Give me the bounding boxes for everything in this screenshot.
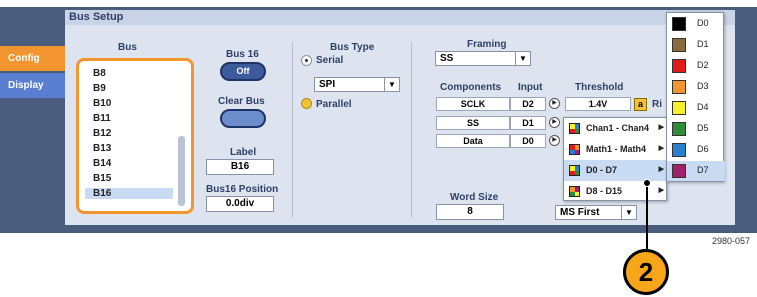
bus-heading: Bus <box>118 42 137 53</box>
play-icon[interactable]: ▶ <box>549 117 560 128</box>
grid-icon <box>569 165 580 176</box>
bus-position-field[interactable]: 0.0div <box>206 196 274 212</box>
position-heading: Bus16 Position <box>206 184 279 195</box>
chevron-right-icon: ▶ <box>658 124 664 131</box>
tab-display[interactable]: Display <box>0 73 65 98</box>
chevron-down-icon: ▼ <box>384 78 399 91</box>
framing-value: SS <box>440 53 454 64</box>
chevron-down-icon: ▼ <box>515 52 530 65</box>
parallel-radio[interactable] <box>301 98 312 109</box>
input-header: Input <box>518 82 543 93</box>
component-cell: Data <box>436 134 510 148</box>
list-item[interactable]: B13 <box>93 143 111 154</box>
source-group-menu: Chan1 - Chan4 ▶ Math1 - Math4 ▶ D0 - D7 ▶ D… <box>563 117 668 202</box>
window-title: Bus Setup <box>65 10 735 25</box>
chevron-right-icon: ▶ <box>658 145 664 152</box>
color-swatch <box>672 164 686 178</box>
menu-item-d0[interactable]: D0 <box>667 14 725 34</box>
divider <box>292 42 293 218</box>
divider <box>411 42 412 218</box>
list-item[interactable]: B8 <box>93 68 106 79</box>
clear-bus-button[interactable] <box>220 109 266 128</box>
list-item[interactable]: B14 <box>93 158 111 169</box>
menu-item-d8-d15[interactable]: D8 - D15 ▶ <box>564 181 668 202</box>
menu-item-d2[interactable]: D2 <box>667 56 725 76</box>
chevron-right-icon: ▶ <box>658 187 664 194</box>
play-icon[interactable]: ▶ <box>549 98 560 109</box>
list-item[interactable]: B15 <box>93 173 111 184</box>
bus-type-heading: Bus Type <box>330 42 375 53</box>
list-item[interactable]: B12 <box>93 128 111 139</box>
protocol-select[interactable]: SPI ▼ <box>314 77 400 92</box>
digital-channel-menu: D0 D1 D2 D3 D4 D5 D6 D7 <box>666 12 725 182</box>
color-swatch <box>672 17 686 31</box>
framing-heading: Framing <box>467 39 507 50</box>
grid-icon <box>569 144 580 155</box>
list-item[interactable]: B11 <box>93 113 111 124</box>
callout-pointer <box>643 179 651 187</box>
input-cell[interactable]: D0 <box>510 134 546 148</box>
threshold-extra: Ri <box>652 99 662 110</box>
serial-label: Serial <box>316 55 344 66</box>
menu-item-d3[interactable]: D3 <box>667 77 725 97</box>
list-item[interactable]: B10 <box>93 98 111 109</box>
protocol-value: SPI <box>319 79 336 90</box>
components-header: Components <box>440 82 502 93</box>
grid-icon <box>569 186 580 197</box>
bit-order-select[interactable]: MS First ▼ <box>555 205 637 220</box>
parallel-label: Parallel <box>316 99 352 110</box>
a-icon[interactable]: a <box>634 98 647 111</box>
color-swatch <box>672 59 686 73</box>
word-size-heading: Word Size <box>450 192 499 203</box>
framing-select[interactable]: SS ▼ <box>435 51 531 66</box>
input-cell[interactable]: D1 <box>510 116 546 130</box>
bus16-heading: Bus 16 <box>226 49 259 60</box>
color-swatch <box>672 38 686 52</box>
bus-list[interactable]: B8 B9 B10 B11 B12 B13 B14 B15 B16 <box>76 58 194 214</box>
menu-item-d1[interactable]: D1 <box>667 35 725 55</box>
menu-item-d7[interactable]: D7 <box>667 161 725 181</box>
label-heading: Label <box>230 147 257 158</box>
menu-item-math1-math4[interactable]: Math1 - Math4 ▶ <box>564 139 668 160</box>
play-icon[interactable]: ▶ <box>549 135 560 146</box>
callout-leader-line <box>646 183 648 249</box>
figure-id: 2980-057 <box>712 236 751 246</box>
component-cell: SCLK <box>436 97 510 111</box>
bit-order-value: MS First <box>560 207 600 218</box>
word-size-field[interactable]: 8 <box>436 204 504 220</box>
list-item[interactable]: B9 <box>93 83 106 94</box>
serial-radio[interactable] <box>301 55 312 66</box>
menu-item-d0-d7[interactable]: D0 - D7 ▶ <box>564 160 668 181</box>
color-swatch <box>672 143 686 157</box>
bus-label-field[interactable]: B16 <box>206 159 274 175</box>
bus16-toggle-button[interactable]: Off <box>220 62 266 81</box>
chevron-right-icon: ▶ <box>658 166 664 173</box>
color-swatch <box>672 80 686 94</box>
color-swatch <box>672 122 686 136</box>
menu-item-d4[interactable]: D4 <box>667 98 725 118</box>
list-item-selected[interactable]: B16 <box>85 188 173 199</box>
clear-bus-label: Clear Bus <box>218 96 265 107</box>
threshold-header: Threshold <box>575 82 624 93</box>
tab-config[interactable]: Config <box>0 46 65 71</box>
grid-icon <box>569 123 580 134</box>
callout-badge: 2 <box>623 249 669 295</box>
bus-list-scrollbar[interactable] <box>178 136 185 206</box>
chevron-down-icon: ▼ <box>621 206 636 219</box>
input-cell[interactable]: D2 <box>510 97 546 111</box>
menu-item-d5[interactable]: D5 <box>667 119 725 139</box>
menu-item-d6[interactable]: D6 <box>667 140 725 160</box>
component-cell: SS <box>436 116 510 130</box>
menu-item-chan1-chan4[interactable]: Chan1 - Chan4 ▶ <box>564 118 668 139</box>
color-swatch <box>672 101 686 115</box>
threshold-cell[interactable]: 1.4V <box>565 97 631 111</box>
